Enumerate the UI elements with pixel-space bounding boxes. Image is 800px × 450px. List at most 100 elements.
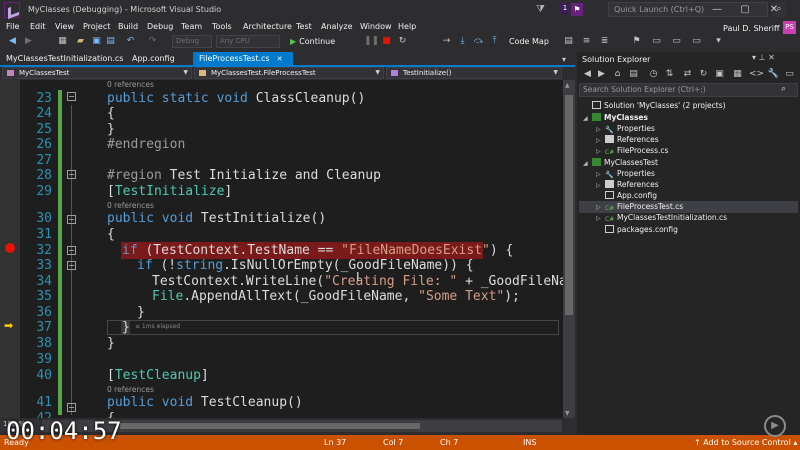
pin-icon[interactable]: ⊥	[759, 53, 766, 62]
step-into-icon[interactable]: ⤓	[456, 35, 469, 48]
close-icon[interactable]: ✕	[768, 53, 775, 62]
tree-item-properties[interactable]: ▷ 🔧 Properties	[596, 168, 655, 179]
show-next-statement-icon[interactable]: →	[440, 35, 453, 48]
clear-bookmarks-icon[interactable]: ▭	[690, 35, 703, 48]
tree-item-fileprocess-cs[interactable]: ▷ C# FileProcess.cs	[596, 145, 668, 156]
tree-item-packages-config[interactable]: packages.config	[596, 224, 678, 235]
stop-debugging-icon[interactable]: ■	[380, 35, 393, 48]
save-all-icon[interactable]: ▤	[104, 35, 117, 48]
menu-analyze[interactable]: Analyze	[321, 20, 353, 34]
switch-views-icon[interactable]: ▤	[627, 68, 640, 81]
menu-team[interactable]: Team	[181, 20, 202, 34]
menu-edit[interactable]: Edit	[30, 20, 46, 34]
toolbar-overflow-icon[interactable]: ▾	[712, 35, 725, 48]
configuration-select[interactable]: Debug	[172, 35, 212, 48]
history-icon[interactable]: ◷	[647, 68, 660, 81]
horizontal-scroll-thumb[interactable]	[120, 423, 420, 429]
back-icon[interactable]: ◀	[6, 35, 19, 48]
close-button[interactable]: ✕	[760, 0, 788, 20]
code-map-button[interactable]: Code Map	[509, 35, 549, 48]
menu-file[interactable]: File	[6, 20, 19, 34]
code-view-icon[interactable]: <>	[749, 68, 764, 81]
forward-icon[interactable]: ▶	[595, 68, 608, 81]
home-icon[interactable]: ⌂	[611, 68, 624, 81]
refresh-icon[interactable]: ↻	[697, 68, 710, 81]
menu-test[interactable]: Test	[296, 20, 312, 34]
platform-select[interactable]: Any CPU	[216, 35, 280, 48]
scroll-up-icon[interactable]: ▲	[565, 82, 570, 89]
menu-window[interactable]: Window	[360, 20, 392, 34]
menu-project[interactable]: Project	[83, 20, 110, 34]
toolbar-options-icon[interactable]: ▤	[562, 35, 575, 48]
new-project-icon[interactable]: ▦	[56, 35, 69, 48]
tree-item-project-myclasses[interactable]: ◢ MyClasses	[583, 112, 648, 123]
vertical-scroll-thumb[interactable]	[565, 95, 573, 315]
avatar[interactable]: PS	[783, 21, 796, 34]
tree-item-fileprocesstest-cs[interactable]: ▷ C# FileProcessTest.cs	[596, 201, 683, 212]
redo-icon[interactable]: ↷	[146, 35, 159, 48]
show-all-files-icon[interactable]: ▦	[731, 68, 744, 81]
panel-window-controls[interactable]: ▾ ⊥ ✕	[752, 53, 775, 62]
search-icon[interactable]: ⌕	[781, 84, 786, 94]
code-editor[interactable]: ➡ − − − − − − 0 references 23 public sta…	[0, 80, 567, 418]
sync-icon[interactable]: ⇄	[681, 68, 694, 81]
break-all-icon[interactable]: ❚❚	[364, 35, 379, 48]
scroll-down-icon[interactable]: ▼	[565, 410, 570, 417]
close-icon[interactable]: ✕	[277, 55, 283, 63]
project-combo[interactable]: MyClassesTest ▼	[2, 67, 192, 79]
class-combo[interactable]: MyClassesTest.FileProcessTest ▼	[194, 67, 384, 79]
menu-build[interactable]: Build	[118, 20, 138, 34]
save-icon[interactable]: ▣	[90, 35, 103, 48]
step-over-icon[interactable]: ⤼	[472, 35, 485, 48]
tree-item-project-myclassestest[interactable]: ◢ MyClassesTest	[583, 157, 658, 168]
tab-overflow-dropdown-icon[interactable]: ▾	[562, 55, 566, 64]
menu-tools[interactable]: Tools	[212, 20, 232, 34]
uncomment-icon[interactable]: ≣	[598, 35, 611, 48]
comment-icon[interactable]: ≡	[580, 35, 593, 48]
collapse-icon[interactable]: −	[67, 215, 76, 224]
collapse-icon[interactable]: −	[67, 261, 76, 270]
pending-changes-icon[interactable]: ⇅	[663, 68, 676, 81]
notification-flag-icon[interactable]: ⚑	[571, 3, 583, 16]
collapse-icon[interactable]: −	[67, 403, 76, 412]
tree-item-app-config[interactable]: App.config	[596, 190, 657, 201]
restart-icon[interactable]: ↻	[396, 35, 409, 48]
forward-icon[interactable]: ▶	[22, 35, 35, 48]
codelens-references[interactable]: 0 references	[107, 201, 154, 210]
open-folder-icon[interactable]: ▰	[74, 35, 87, 48]
step-out-icon[interactable]: ⤒	[488, 35, 501, 48]
tree-item-solution[interactable]: Solution 'MyClasses' (2 projects)	[583, 100, 726, 111]
collapse-icon[interactable]: −	[67, 92, 76, 101]
tab-myclassestestinitialization[interactable]: MyClassesTestInitialization.cs	[0, 52, 123, 65]
codelens-references[interactable]: 0 references	[107, 385, 154, 394]
minimize-button[interactable]: —	[703, 0, 731, 20]
menu-architecture[interactable]: Architecture	[243, 20, 292, 34]
next-bookmark-icon[interactable]: ▭	[650, 35, 663, 48]
bookmark-icon[interactable]: ⚑	[630, 35, 643, 48]
dropdown-icon[interactable]: ▾	[752, 53, 756, 62]
maximize-button[interactable]: ▢	[731, 0, 759, 20]
tree-item-references[interactable]: ▷ References	[596, 179, 659, 190]
continue-button[interactable]: ▶ Continue	[290, 35, 335, 48]
menu-help[interactable]: Help	[398, 20, 416, 34]
tree-item-properties[interactable]: ▷ 🔧 Properties	[596, 123, 655, 134]
tree-item-myclassestestinitialization-cs[interactable]: ▷ C# MyClassesTestInitialization.cs	[596, 212, 727, 223]
menu-view[interactable]: View	[55, 20, 74, 34]
tab-fileprocesstest[interactable]: FileProcessTest.cs ✕	[193, 52, 293, 65]
feedback-filter-icon[interactable]: ⧩	[536, 4, 546, 15]
menu-debug[interactable]: Debug	[147, 20, 173, 34]
collapse-all-icon[interactable]: ▣	[713, 68, 726, 81]
instruction-pointer-icon[interactable]: ➡	[4, 320, 14, 331]
codelens-references[interactable]: 0 references	[107, 80, 154, 89]
add-to-source-control-button[interactable]: ↑ Add to Source Control ▴	[694, 435, 797, 450]
solution-search-input[interactable]: Search Solution Explorer (Ctrl+;)	[579, 83, 798, 97]
collapse-icon[interactable]: −	[67, 246, 76, 255]
perf-tip-elapsed[interactable]: ≤ 1ms elapsed	[135, 323, 180, 330]
undo-icon[interactable]: ↶	[124, 35, 137, 48]
prev-bookmark-icon[interactable]: ▭	[670, 35, 683, 48]
breakpoint-icon[interactable]	[5, 243, 15, 253]
notification-count-badge[interactable]: 1	[560, 3, 570, 14]
member-combo[interactable]: TestInitialize() ▼	[386, 67, 562, 79]
properties-icon[interactable]: 🔧	[767, 68, 780, 81]
back-icon[interactable]: ◀	[581, 68, 594, 81]
